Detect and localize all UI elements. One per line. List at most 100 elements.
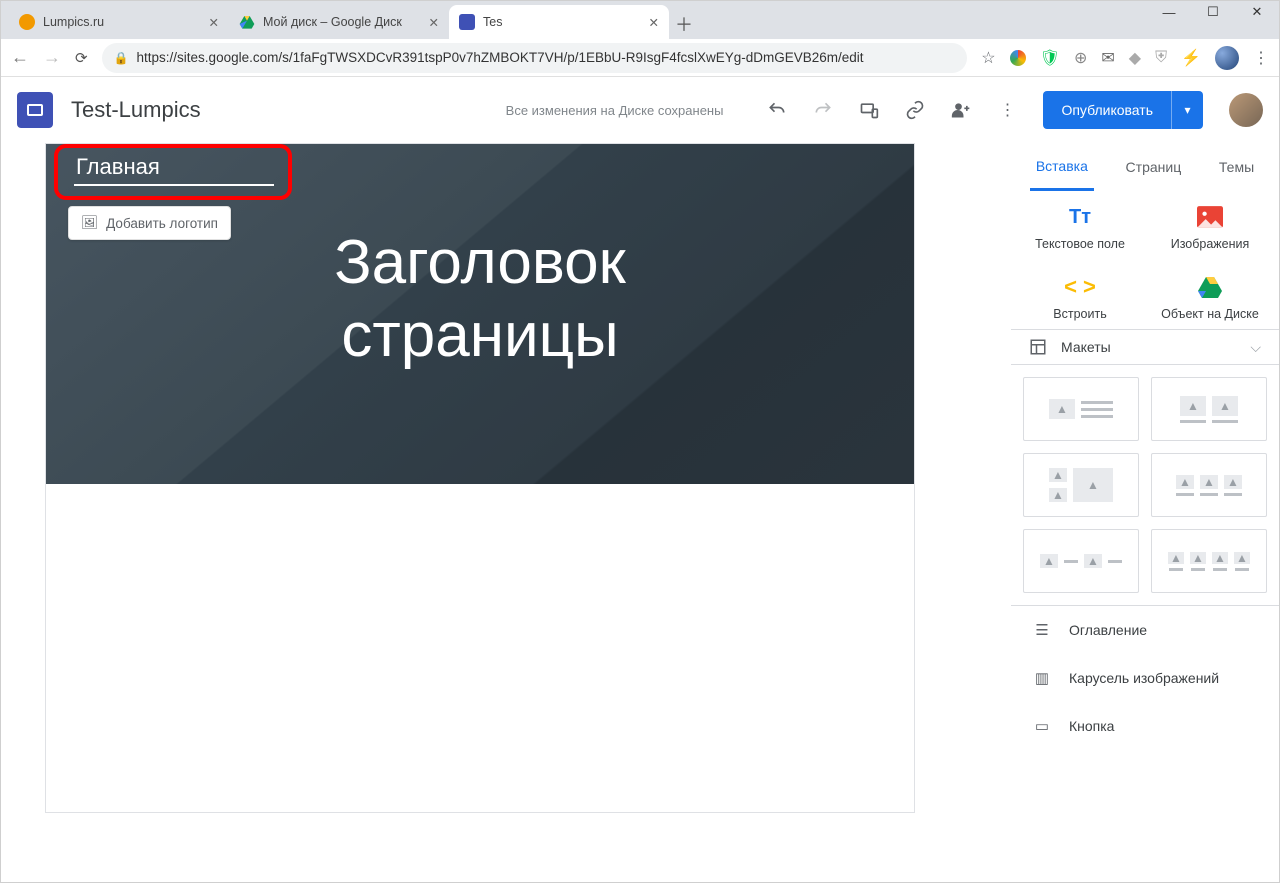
- insert-type-grid: Тᴛ Текстовое поле Изображения < > Встрои…: [1011, 191, 1279, 329]
- close-icon[interactable]: ✕: [209, 15, 219, 30]
- layouts-label: Макеты: [1061, 339, 1111, 355]
- browser-tab-lumpics[interactable]: Lumpics.ru ✕: [9, 5, 229, 39]
- site-name[interactable]: Test-Lumpics: [71, 97, 201, 123]
- extension-icon[interactable]: ⚡: [1181, 48, 1201, 68]
- placeholder-img-icon: ▲: [1176, 475, 1194, 489]
- hero-title[interactable]: Заголовок страницы: [46, 226, 914, 372]
- carousel-icon: ▥: [1033, 669, 1051, 687]
- placeholder-img-icon: ▲: [1084, 554, 1102, 568]
- button-icon: ▭: [1033, 717, 1051, 735]
- insert-row-label: Кнопка: [1069, 718, 1114, 734]
- insert-embed[interactable]: < > Встроить: [1015, 275, 1145, 321]
- nav-back-button[interactable]: ←: [11, 47, 29, 68]
- placeholder-img-icon: ▲: [1180, 396, 1206, 416]
- placeholder-img-icon: ▲: [1168, 552, 1184, 564]
- save-status-text: Все изменения на Диске сохранены: [506, 103, 724, 118]
- browser-tab-drive[interactable]: Мой диск – Google Диск ✕: [229, 5, 449, 39]
- account-avatar[interactable]: [1229, 93, 1263, 127]
- link-button[interactable]: [905, 100, 925, 120]
- tab-title: Tes: [483, 15, 502, 29]
- google-sites-app: Test-Lumpics Все изменения на Диске сохр…: [1, 77, 1279, 882]
- sites-logo-icon[interactable]: [17, 92, 53, 128]
- layout-templates: ▲ ▲ ▲ ▲▲ ▲ ▲ ▲ ▲: [1011, 365, 1279, 605]
- browser-tab-sites[interactable]: Tes ✕: [449, 5, 669, 39]
- sidebar-tabs: Вставка Страниц Темы: [1011, 143, 1279, 191]
- window-minimize-button[interactable]: —: [1147, 0, 1191, 27]
- page-name-field[interactable]: [64, 144, 282, 192]
- layout-card[interactable]: ▲ ▲: [1151, 377, 1267, 441]
- insert-label: Текстовое поле: [1035, 237, 1125, 251]
- close-icon[interactable]: ✕: [429, 15, 439, 30]
- insert-toc[interactable]: ☰ Оглавление: [1011, 606, 1279, 654]
- placeholder-img-icon: ▲: [1200, 475, 1218, 489]
- placeholder-img-icon: ▲: [1049, 468, 1067, 482]
- placeholder-img-icon: ▲: [1212, 396, 1238, 416]
- textbox-icon: Тᴛ: [1065, 205, 1095, 229]
- layouts-collapse-icon[interactable]: ⌵: [1250, 339, 1261, 356]
- undo-button[interactable]: [767, 100, 787, 120]
- placeholder-img-icon: ▲: [1224, 475, 1242, 489]
- insert-label: Объект на Диске: [1161, 307, 1259, 321]
- placeholder-img-icon: ▲: [1073, 468, 1113, 502]
- browser-addressbar: ← → ⟳ 🔒 https://sites.google.com/s/1faFg…: [1, 39, 1279, 77]
- tab-title: Lumpics.ru: [43, 15, 104, 29]
- layouts-header[interactable]: Макеты ⌵: [1011, 329, 1279, 365]
- publish-button[interactable]: Опубликовать: [1043, 91, 1171, 129]
- address-input[interactable]: 🔒 https://sites.google.com/s/1faFgTWSXDC…: [102, 43, 968, 73]
- nav-forward-button[interactable]: →: [43, 47, 61, 68]
- favicon-icon: [239, 14, 255, 30]
- page-canvas[interactable]: 🖼 Добавить логотип Заголовок страницы: [45, 143, 915, 813]
- extension-icon[interactable]: ⊕: [1074, 48, 1087, 68]
- tab-title: Мой диск – Google Диск: [263, 15, 402, 29]
- layout-card[interactable]: ▲ ▲ ▲ ▲: [1151, 529, 1267, 593]
- reload-button[interactable]: ⟳: [75, 49, 88, 67]
- insert-button[interactable]: ▭ Кнопка: [1011, 702, 1279, 750]
- insert-images[interactable]: Изображения: [1145, 205, 1275, 251]
- placeholder-img-icon: ▲: [1049, 399, 1075, 419]
- page-name-input[interactable]: [74, 150, 274, 186]
- extension-icon[interactable]: ✉: [1101, 48, 1114, 68]
- extension-icon[interactable]: ◆: [1129, 48, 1141, 68]
- layout-card[interactable]: ▲ ▲ ▲: [1151, 453, 1267, 517]
- browser-profile-avatar[interactable]: [1215, 46, 1239, 70]
- layouts-icon: [1029, 338, 1047, 356]
- more-button[interactable]: ⋮: [997, 100, 1017, 120]
- extension-icons: 🛡 ⊕ ✉ ◆ ⛨ ⚡ ⋮: [1010, 46, 1269, 70]
- placeholder-img-icon: ▲: [1212, 552, 1228, 564]
- window-maximize-button[interactable]: ☐: [1191, 0, 1235, 27]
- close-icon[interactable]: ✕: [649, 15, 659, 30]
- preview-button[interactable]: [859, 100, 879, 120]
- embed-icon: < >: [1065, 275, 1095, 299]
- tab-insert[interactable]: Вставка: [1030, 143, 1094, 191]
- browser-tabstrip: Lumpics.ru ✕ Мой диск – Google Диск ✕ Te…: [1, 1, 1279, 39]
- insert-row-label: Карусель изображений: [1069, 670, 1219, 686]
- placeholder-img-icon: ▲: [1049, 488, 1067, 502]
- insert-textbox[interactable]: Тᴛ Текстовое поле: [1015, 205, 1145, 251]
- extension-icon[interactable]: [1010, 50, 1026, 66]
- tab-pages[interactable]: Страниц: [1120, 143, 1188, 191]
- images-icon: [1195, 205, 1225, 229]
- hero-title-line1: Заголовок: [46, 226, 914, 299]
- browser-menu-button[interactable]: ⋮: [1253, 48, 1269, 68]
- drive-icon: [1195, 275, 1225, 299]
- layout-card[interactable]: ▲ ▲ ▲: [1023, 453, 1139, 517]
- bookmark-star-icon[interactable]: ☆: [981, 48, 995, 68]
- new-tab-button[interactable]: ＋: [669, 9, 699, 39]
- redo-button[interactable]: [813, 100, 833, 120]
- url-text: https://sites.google.com/s/1faFgTWSXDCvR…: [137, 50, 864, 65]
- insert-carousel[interactable]: ▥ Карусель изображений: [1011, 654, 1279, 702]
- extension-icon[interactable]: 🛡: [1040, 48, 1060, 68]
- insert-more-list: ☰ Оглавление ▥ Карусель изображений ▭ Кн…: [1011, 605, 1279, 750]
- tab-themes[interactable]: Темы: [1213, 143, 1260, 191]
- share-button[interactable]: [951, 100, 971, 120]
- insert-drive[interactable]: Объект на Диске: [1145, 275, 1275, 321]
- favicon-icon: [19, 14, 35, 30]
- editor-canvas-wrap: 🖼 Добавить логотип Заголовок страницы: [1, 143, 1011, 882]
- publish-dropdown-button[interactable]: ▾: [1171, 91, 1203, 129]
- window-close-button[interactable]: ✕: [1235, 0, 1279, 27]
- placeholder-img-icon: ▲: [1190, 552, 1206, 564]
- layout-card[interactable]: ▲: [1023, 377, 1139, 441]
- hero-section[interactable]: 🖼 Добавить логотип Заголовок страницы: [46, 144, 914, 484]
- layout-card[interactable]: ▲ ▲: [1023, 529, 1139, 593]
- extension-icon[interactable]: ⛨: [1155, 49, 1167, 67]
